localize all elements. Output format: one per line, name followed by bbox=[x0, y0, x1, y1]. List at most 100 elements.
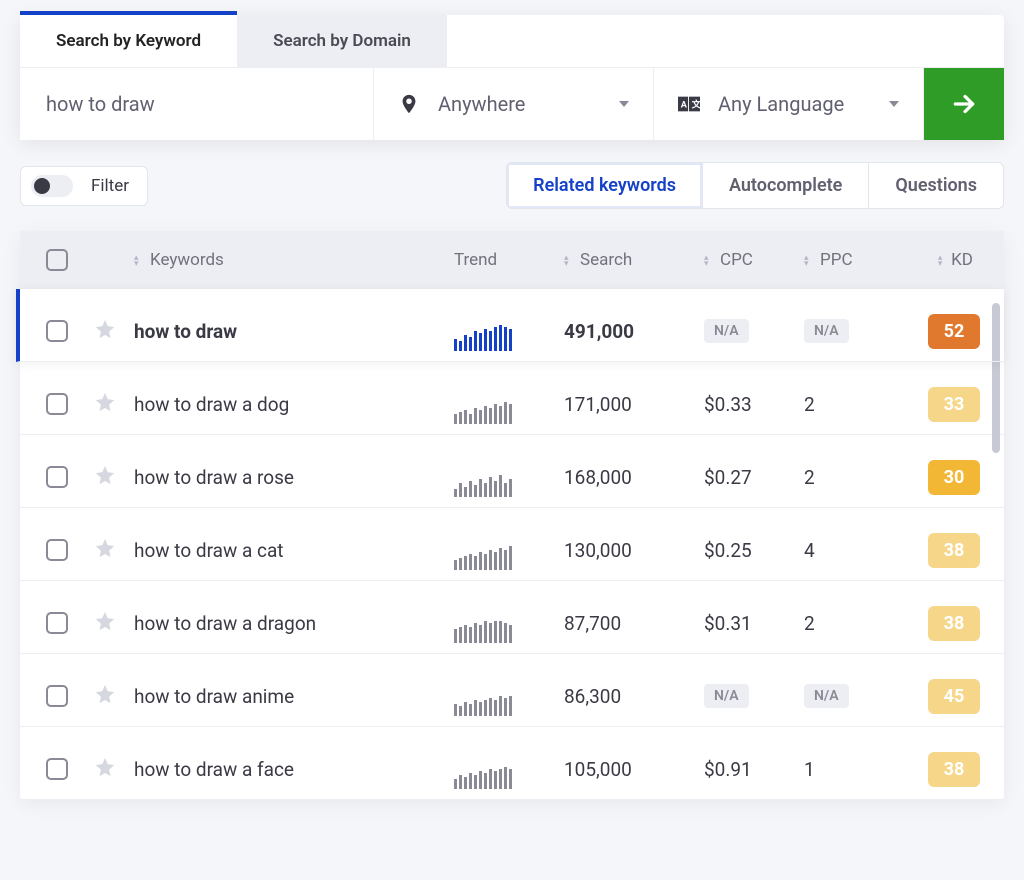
search-submit-button[interactable] bbox=[924, 68, 1004, 140]
column-kd[interactable]: KD bbox=[904, 250, 1004, 270]
search-volume: 86,300 bbox=[564, 685, 621, 708]
column-search[interactable]: Search bbox=[564, 250, 704, 270]
controls-row: Filter Related keywords Autocomplete Que… bbox=[20, 162, 1004, 209]
svg-text:文: 文 bbox=[692, 99, 700, 111]
segment-questions[interactable]: Questions bbox=[869, 163, 1003, 208]
star-icon[interactable] bbox=[94, 391, 116, 413]
language-dropdown[interactable]: A文 Any Language bbox=[654, 68, 924, 140]
chevron-down-icon bbox=[619, 99, 629, 109]
table-row[interactable]: how to draw anime 86,300 N/A N/A 45 bbox=[20, 654, 1004, 727]
ppc-value: 4 bbox=[804, 539, 815, 562]
trend-sparkline bbox=[454, 690, 564, 716]
kd-badge: 38 bbox=[928, 606, 980, 641]
na-chip: N/A bbox=[704, 684, 749, 708]
column-keywords[interactable]: Keywords bbox=[130, 250, 454, 270]
trend-sparkline bbox=[454, 398, 564, 424]
sort-icon bbox=[134, 255, 144, 267]
view-mode-segments: Related keywords Autocomplete Questions bbox=[506, 162, 1004, 209]
keyword-text: how to draw a rose bbox=[134, 466, 294, 489]
keyword-text: how to draw anime bbox=[134, 685, 294, 708]
cpc-value: $0.27 bbox=[704, 466, 752, 489]
search-volume: 87,700 bbox=[564, 612, 621, 635]
trend-sparkline bbox=[454, 544, 564, 570]
trend-sparkline bbox=[454, 617, 564, 643]
sort-icon bbox=[804, 255, 814, 267]
trend-sparkline bbox=[454, 471, 564, 497]
table-row[interactable]: how to draw 491,000 N/A N/A 52 bbox=[16, 289, 1004, 362]
select-all-checkbox[interactable] bbox=[46, 249, 68, 271]
keyword-text: how to draw bbox=[134, 320, 237, 343]
search-volume: 105,000 bbox=[564, 758, 632, 781]
kd-badge: 52 bbox=[928, 314, 980, 349]
na-chip: N/A bbox=[804, 319, 849, 343]
ppc-value: 2 bbox=[804, 612, 815, 635]
sort-icon bbox=[704, 255, 714, 267]
tab-search-by-keyword[interactable]: Search by Keyword bbox=[20, 11, 237, 67]
results-table: Keywords Trend Search CPC PPC KD how to … bbox=[20, 231, 1004, 800]
star-icon[interactable] bbox=[94, 756, 116, 778]
cpc-value: $0.31 bbox=[704, 612, 752, 635]
cpc-value: $0.25 bbox=[704, 539, 752, 562]
table-row[interactable]: how to draw a dragon 87,700 $0.31 2 38 bbox=[20, 581, 1004, 654]
row-checkbox[interactable] bbox=[46, 393, 68, 415]
sort-icon bbox=[564, 255, 574, 267]
ppc-value: 2 bbox=[804, 466, 815, 489]
search-volume: 130,000 bbox=[564, 539, 632, 562]
trend-sparkline bbox=[454, 325, 564, 351]
search-row: Anywhere A文 Any Language bbox=[20, 68, 1004, 140]
na-chip: N/A bbox=[704, 319, 749, 343]
tab-search-by-domain[interactable]: Search by Domain bbox=[237, 15, 447, 67]
star-icon[interactable] bbox=[94, 537, 116, 559]
row-checkbox[interactable] bbox=[46, 466, 68, 488]
search-mode-tabs: Search by Keyword Search by Domain bbox=[20, 15, 1004, 68]
chevron-down-icon bbox=[889, 99, 899, 109]
language-value: Any Language bbox=[718, 92, 867, 116]
row-checkbox[interactable] bbox=[46, 758, 68, 780]
table-row[interactable]: how to draw a cat 130,000 $0.25 4 38 bbox=[20, 508, 1004, 581]
location-pin-icon bbox=[398, 93, 420, 115]
cpc-value: $0.91 bbox=[704, 758, 752, 781]
search-panel: Search by Keyword Search by Domain Anywh… bbox=[20, 15, 1004, 140]
star-icon[interactable] bbox=[94, 318, 116, 340]
kd-badge: 30 bbox=[928, 460, 980, 495]
star-icon[interactable] bbox=[94, 464, 116, 486]
search-volume: 168,000 bbox=[564, 466, 632, 489]
star-icon[interactable] bbox=[94, 610, 116, 632]
location-value: Anywhere bbox=[438, 92, 597, 116]
table-row[interactable]: how to draw a face 105,000 $0.91 1 38 bbox=[20, 727, 1004, 800]
table-header: Keywords Trend Search CPC PPC KD bbox=[20, 231, 1004, 289]
segment-autocomplete[interactable]: Autocomplete bbox=[703, 163, 869, 208]
row-checkbox[interactable] bbox=[46, 539, 68, 561]
star-icon[interactable] bbox=[94, 683, 116, 705]
kd-badge: 38 bbox=[928, 533, 980, 568]
language-icon: A文 bbox=[678, 93, 700, 115]
keyword-input[interactable] bbox=[20, 68, 374, 140]
svg-text:A: A bbox=[681, 101, 688, 111]
ppc-value: 2 bbox=[804, 393, 815, 416]
sort-icon bbox=[935, 255, 945, 267]
row-checkbox[interactable] bbox=[46, 320, 68, 342]
row-checkbox[interactable] bbox=[46, 612, 68, 634]
table-row[interactable]: how to draw a rose 168,000 $0.27 2 30 bbox=[20, 435, 1004, 508]
search-volume: 171,000 bbox=[564, 393, 632, 416]
kd-badge: 33 bbox=[928, 387, 980, 422]
row-checkbox[interactable] bbox=[46, 685, 68, 707]
table-row[interactable]: how to draw a dog 171,000 $0.33 2 33 bbox=[20, 362, 1004, 435]
column-ppc[interactable]: PPC bbox=[804, 250, 904, 270]
trend-sparkline bbox=[454, 763, 564, 789]
kd-badge: 45 bbox=[928, 679, 980, 714]
ppc-value: 1 bbox=[804, 758, 815, 781]
filter-toggle[interactable]: Filter bbox=[20, 166, 148, 206]
cpc-value: $0.33 bbox=[704, 393, 752, 416]
segment-related-keywords[interactable]: Related keywords bbox=[507, 163, 703, 208]
keyword-text: how to draw a cat bbox=[134, 539, 284, 562]
toggle-switch bbox=[31, 175, 73, 197]
column-cpc[interactable]: CPC bbox=[704, 250, 804, 270]
location-dropdown[interactable]: Anywhere bbox=[374, 68, 654, 140]
keyword-text: how to draw a dragon bbox=[134, 612, 316, 635]
keyword-text: how to draw a face bbox=[134, 758, 294, 781]
search-volume: 491,000 bbox=[564, 320, 634, 343]
filter-label: Filter bbox=[91, 176, 129, 196]
column-trend[interactable]: Trend bbox=[454, 250, 564, 270]
keyword-text: how to draw a dog bbox=[134, 393, 289, 416]
